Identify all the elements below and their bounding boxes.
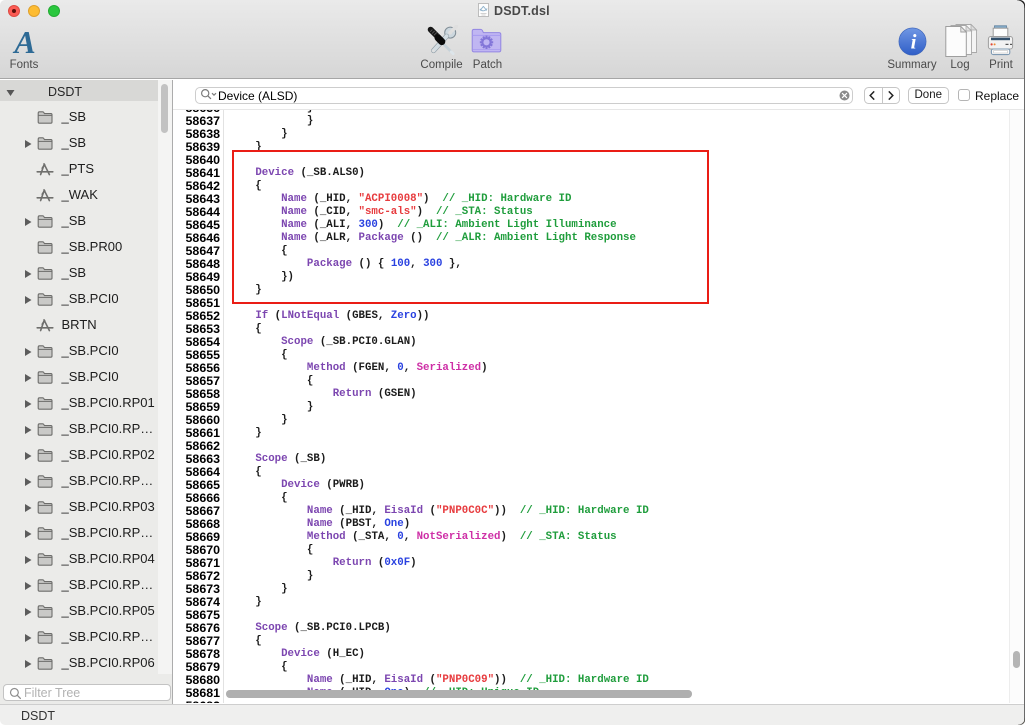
svg-text:i: i [911,30,917,54]
